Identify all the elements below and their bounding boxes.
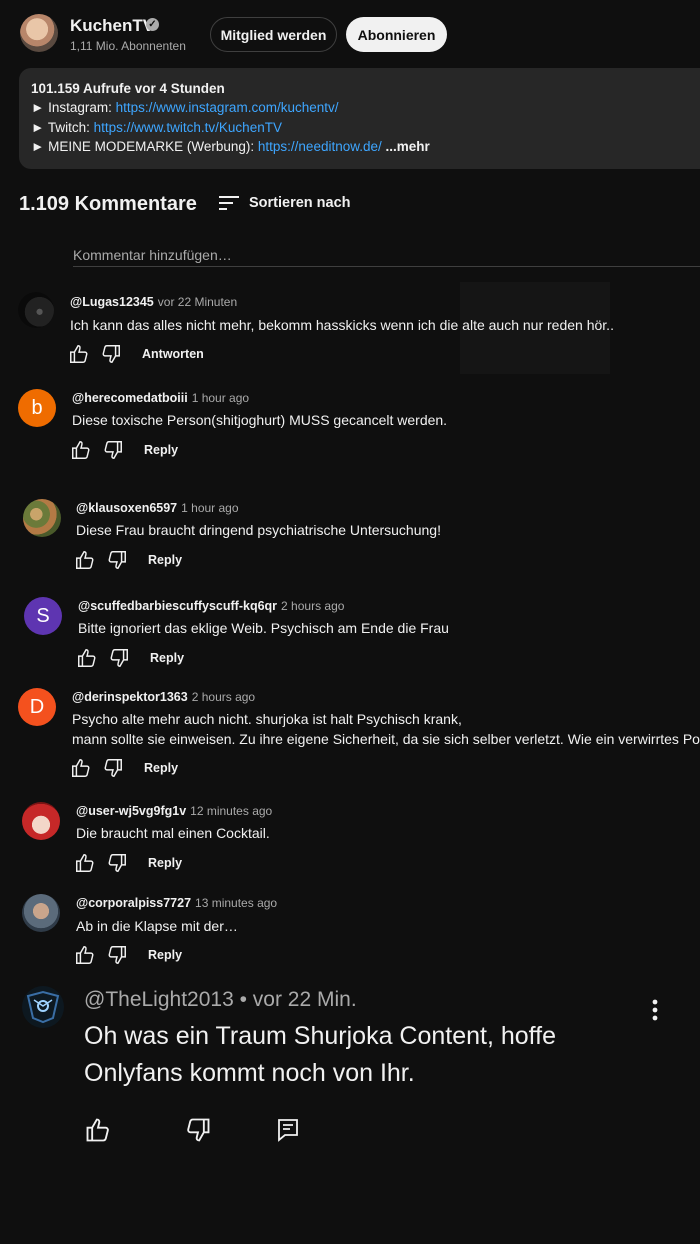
comment-text-line2: mann sollte sie einweisen. Zu ihre eigen…	[72, 731, 700, 747]
comment-avatar[interactable]: S	[24, 597, 62, 635]
like-icon[interactable]	[68, 343, 90, 365]
comment-author[interactable]: @corporalpiss7727 13 minutes ago	[76, 896, 277, 910]
comment-actions: Reply	[70, 439, 178, 461]
comment-text: Diese Frau braucht dringend psychiatrisc…	[76, 522, 441, 538]
comment-actions: Reply	[74, 944, 182, 966]
sort-button[interactable]: Sortieren nach	[249, 195, 351, 211]
dislike-icon[interactable]	[100, 343, 122, 365]
comment-actions: Reply	[76, 647, 184, 669]
more-options-icon[interactable]	[651, 998, 659, 1022]
verified-icon: ✓	[146, 18, 159, 31]
channel-avatar[interactable]	[20, 14, 58, 52]
comment-author[interactable]: @derinspektor1363 2 hours ago	[72, 690, 255, 704]
comment-author[interactable]: @Lugas12345 vor 22 Minuten	[70, 295, 237, 309]
merch-line: ► MEINE MODEMARKE (Werbung): https://nee…	[31, 139, 430, 154]
comment-author[interactable]: @user-wj5vg9fg1v 12 minutes ago	[76, 804, 272, 818]
comment-avatar[interactable]	[22, 802, 60, 840]
channel-name[interactable]: KuchenTV	[70, 16, 154, 36]
comments-count: 1.109 Kommentare	[19, 193, 197, 215]
reply-comment-icon[interactable]	[276, 1117, 300, 1143]
comment-text: Ab in die Klapse mit der…	[76, 918, 238, 934]
instagram-line: ► Instagram: https://www.instagram.com/k…	[31, 100, 339, 115]
comment-author[interactable]: @klausoxen6597 1 hour ago	[76, 501, 239, 515]
mask-logo-icon	[26, 990, 60, 1024]
twitch-line: ► Twitch: https://www.twitch.tv/KuchenTV	[31, 120, 282, 135]
video-description[interactable]: 101.159 Aufrufe vor 4 Stunden ► Instagra…	[19, 68, 700, 169]
comment-avatar[interactable]	[22, 986, 64, 1028]
more-link[interactable]: ...mehr	[386, 139, 430, 154]
dislike-icon[interactable]	[184, 1116, 212, 1144]
comment-avatar[interactable]	[23, 499, 61, 537]
dislike-icon[interactable]	[106, 852, 128, 874]
comment-text: Psycho alte mehr auch nicht. shurjoka is…	[72, 711, 462, 727]
comment-avatar[interactable]	[18, 292, 54, 328]
reply-button[interactable]: Reply	[148, 948, 182, 962]
comment-author[interactable]: @TheLight2013 • vor 22 Min.	[84, 988, 357, 1012]
like-icon[interactable]	[84, 1116, 112, 1144]
reply-button[interactable]: Reply	[144, 761, 178, 775]
comment-avatar[interactable]: D	[18, 688, 56, 726]
reply-button[interactable]: Reply	[148, 553, 182, 567]
comment-author[interactable]: @scuffedbarbiescuffyscuff-kq6qr 2 hours a…	[78, 599, 344, 613]
comment-actions: Reply	[74, 549, 182, 571]
comment-text: Die braucht mal einen Cocktail.	[76, 825, 270, 841]
like-icon[interactable]	[74, 549, 96, 571]
comment-author[interactable]: @herecomedatboiii 1 hour ago	[72, 391, 249, 405]
reply-button[interactable]: Reply	[144, 443, 178, 457]
subscribe-button[interactable]: Abonnieren	[346, 17, 447, 52]
view-stats: 101.159 Aufrufe vor 4 Stunden	[31, 81, 225, 96]
comment-avatar[interactable]: b	[18, 389, 56, 427]
comment-actions: Antworten	[68, 343, 204, 365]
comment-text: Diese toxische Person(shitjoghurt) MUSS …	[72, 412, 448, 428]
reply-button[interactable]: Reply	[150, 651, 184, 665]
twitch-link[interactable]: https://www.twitch.tv/KuchenTV	[94, 120, 282, 135]
reply-button[interactable]: Reply	[148, 856, 182, 870]
comment-avatar[interactable]	[22, 894, 60, 932]
comment-actions: Reply	[74, 852, 182, 874]
dislike-icon[interactable]	[102, 757, 124, 779]
like-icon[interactable]	[74, 944, 96, 966]
comment-text: Bitte ignoriert das eklige Weib. Psychis…	[78, 620, 449, 636]
like-icon[interactable]	[70, 439, 92, 461]
sort-icon[interactable]	[219, 195, 239, 211]
dislike-icon[interactable]	[108, 647, 130, 669]
like-icon[interactable]	[74, 852, 96, 874]
subscriber-count: 1,11 Mio. Abonnenten	[70, 39, 186, 53]
dislike-icon[interactable]	[102, 439, 124, 461]
comment-text: Oh was ein Traum Shurjoka Content, hoffe…	[84, 1022, 557, 1087]
dislike-icon[interactable]	[106, 944, 128, 966]
reply-button[interactable]: Antworten	[142, 347, 204, 361]
comment-actions: Reply	[70, 757, 178, 779]
add-comment-input[interactable]	[73, 244, 700, 267]
join-member-button[interactable]: Mitglied werden	[210, 17, 337, 52]
like-icon[interactable]	[70, 757, 92, 779]
like-icon[interactable]	[76, 647, 98, 669]
dislike-icon[interactable]	[106, 549, 128, 571]
merch-link[interactable]: https://needitnow.de/	[258, 139, 382, 154]
instagram-link[interactable]: https://www.instagram.com/kuchentv/	[116, 100, 339, 115]
comment-text: Ich kann das alles nicht mehr, bekomm ha…	[70, 317, 614, 333]
